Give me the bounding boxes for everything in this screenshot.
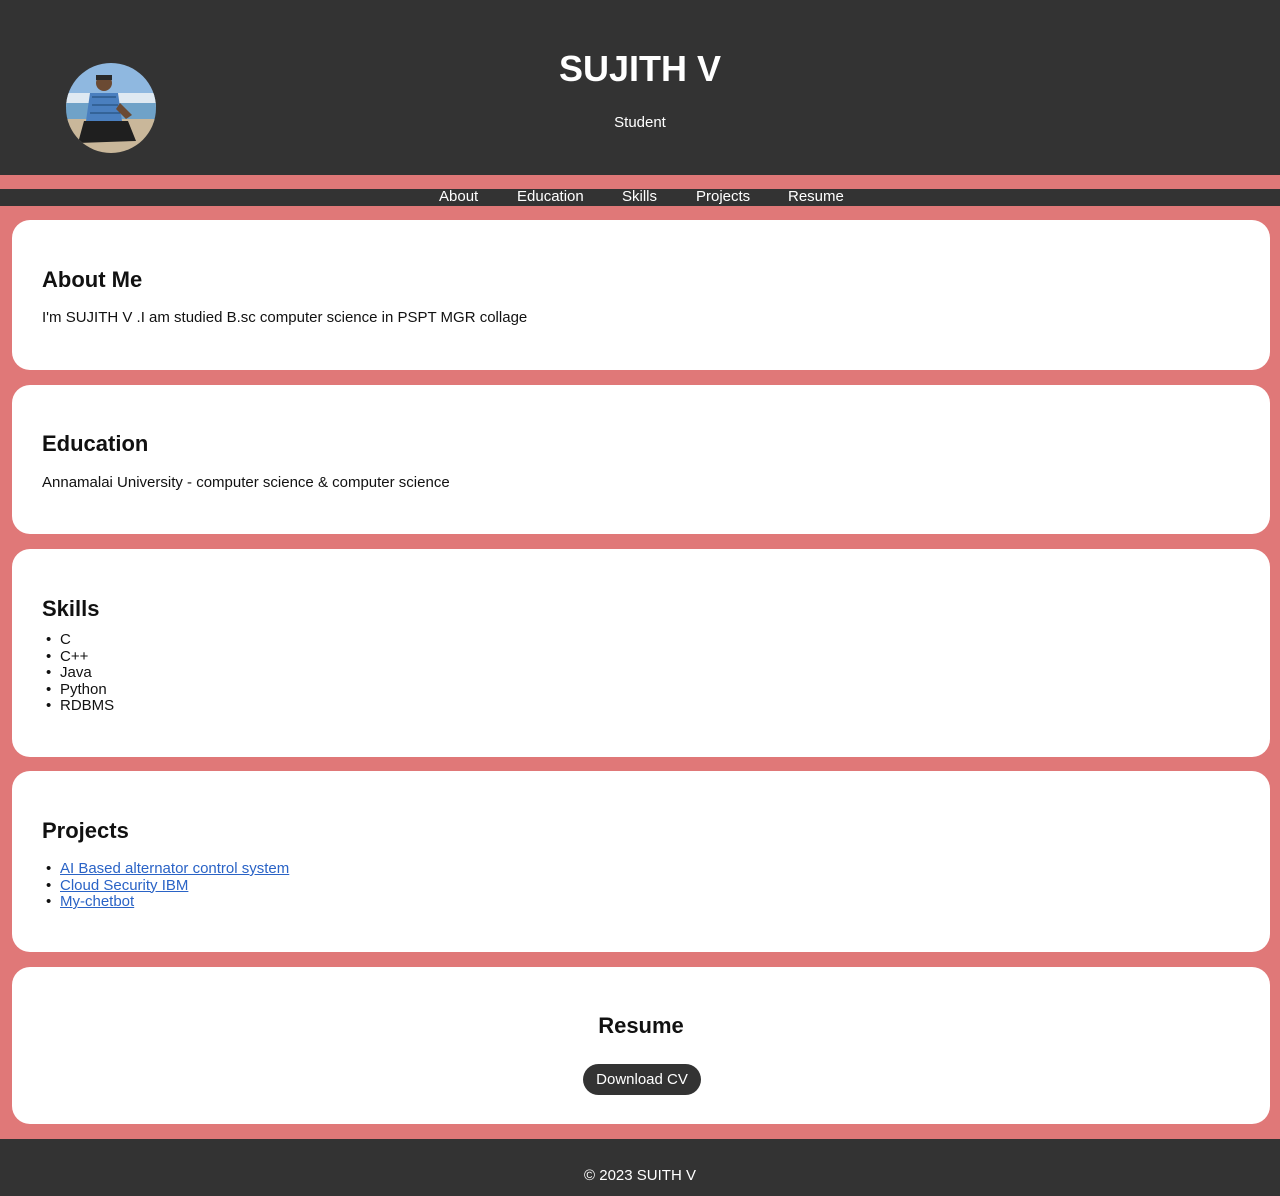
- page-footer: © 2023 SUITH V: [0, 1139, 1280, 1196]
- nav-link-skills[interactable]: Skills: [622, 189, 657, 205]
- about-text: I'm SUJITH V .I am studied B.sc computer…: [42, 309, 528, 326]
- skills-section: Skills • C • C++ • Java • Python • RDBMS: [12, 549, 1270, 757]
- skill-item: • RDBMS: [46, 697, 115, 714]
- project-link[interactable]: My-chetbot: [60, 893, 134, 910]
- nav-link-education[interactable]: Education: [517, 189, 584, 205]
- projects-list: • AI Based alternator control system • Clo…: [42, 860, 290, 911]
- nav-link-projects[interactable]: Projects: [696, 189, 750, 205]
- skill-item: • Java: [46, 664, 92, 681]
- site-title: SUJITH V: [558, 48, 722, 89]
- resume-heading: Resume: [598, 1013, 684, 1038]
- skill-item: • C++: [46, 647, 89, 665]
- nav-link-resume[interactable]: Resume: [788, 189, 844, 205]
- about-section: About Me I'm SUJITH V .I am studied B.sc…: [12, 220, 1270, 370]
- resume-section: Resume Download CV: [12, 967, 1270, 1124]
- skill-item: • Python: [46, 680, 107, 698]
- copyright-text: © 2023 SUITH V: [584, 1167, 696, 1184]
- download-cv-button[interactable]: Download CV: [583, 1064, 701, 1095]
- skill-item: • C: [46, 631, 71, 648]
- projects-heading: Projects: [42, 818, 129, 843]
- site-subtitle: Student: [614, 114, 666, 131]
- skills-list: • C • C++ • Java • Python • RDBMS: [42, 631, 115, 715]
- project-link[interactable]: Cloud Security IBM: [60, 877, 188, 894]
- education-section: Education Annamalai University - compute…: [12, 385, 1270, 534]
- project-item: • AI Based alternator control system: [46, 860, 290, 877]
- education-heading: Education: [42, 431, 149, 456]
- project-item: • Cloud Security IBM: [46, 876, 189, 894]
- project-link[interactable]: AI Based alternator control system: [60, 860, 289, 877]
- skills-heading: Skills: [42, 596, 100, 621]
- project-item: • My-chetbot: [46, 893, 135, 910]
- page-header: SUJITH V Student: [0, 0, 1280, 175]
- nav-link-about[interactable]: About: [439, 189, 478, 205]
- education-text: Annamalai University - computer science …: [42, 474, 450, 491]
- about-heading: About Me: [42, 267, 143, 292]
- projects-section: Projects • AI Based alternator control sy…: [12, 771, 1270, 952]
- main-nav: About Education Skills Projects Resume: [0, 189, 1280, 206]
